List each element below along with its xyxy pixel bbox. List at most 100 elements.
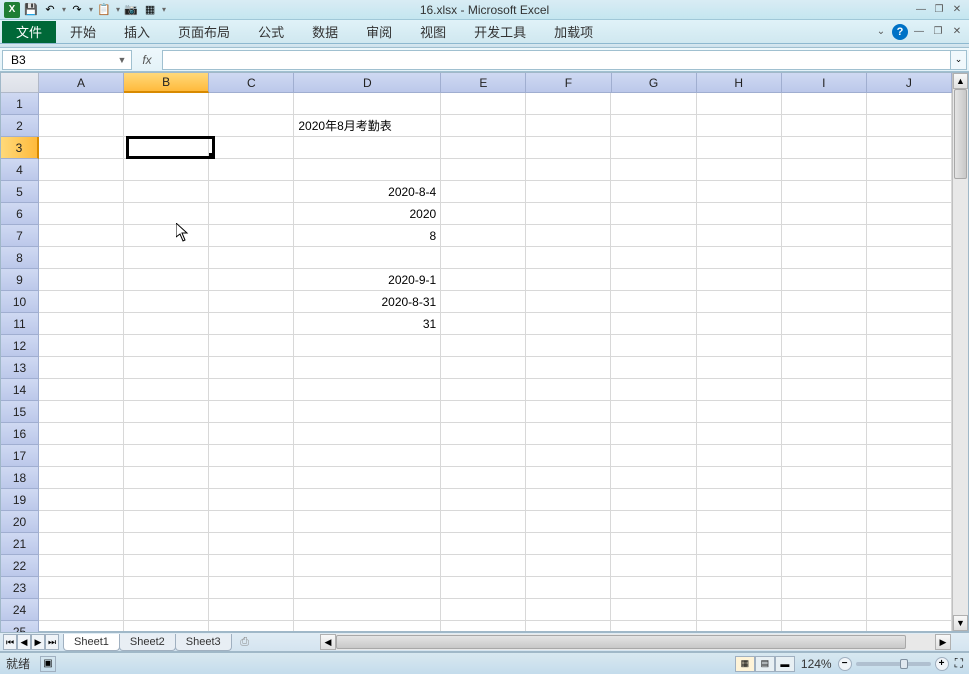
cell-D25[interactable] <box>294 621 441 631</box>
cell-B17[interactable] <box>124 445 209 467</box>
cell-G1[interactable] <box>611 93 696 115</box>
ribbon-tab-data[interactable]: 数据 <box>298 19 352 44</box>
cell-B18[interactable] <box>124 467 209 489</box>
cell-H15[interactable] <box>697 401 782 423</box>
cell-G6[interactable] <box>611 203 696 225</box>
tab-nav-next-button[interactable]: ▶ <box>31 634 45 650</box>
cell-F2[interactable] <box>526 115 611 137</box>
cell-A1[interactable] <box>39 93 124 115</box>
ribbon-tab-view[interactable]: 视图 <box>406 19 460 44</box>
cell-E10[interactable] <box>441 291 526 313</box>
cell-D20[interactable] <box>294 511 441 533</box>
cell-I4[interactable] <box>782 159 867 181</box>
cell-I15[interactable] <box>782 401 867 423</box>
cell-F3[interactable] <box>526 137 611 159</box>
row-header-12[interactable]: 12 <box>1 335 39 357</box>
column-header-D[interactable]: D <box>294 73 441 93</box>
cell-J9[interactable] <box>867 269 952 291</box>
cell-E8[interactable] <box>441 247 526 269</box>
cell-F12[interactable] <box>526 335 611 357</box>
select-all-corner[interactable] <box>1 73 39 93</box>
cell-C24[interactable] <box>209 599 294 621</box>
vertical-scrollbar[interactable]: ▲ ▼ <box>952 73 968 631</box>
cell-B23[interactable] <box>124 577 209 599</box>
cell-A16[interactable] <box>39 423 124 445</box>
grid-icon[interactable]: ▦ <box>142 2 158 18</box>
cell-E21[interactable] <box>441 533 526 555</box>
cell-B13[interactable] <box>124 357 209 379</box>
hscroll-thumb[interactable] <box>336 635 906 649</box>
cell-B24[interactable] <box>124 599 209 621</box>
row-header-19[interactable]: 19 <box>1 489 39 511</box>
zoom-out-button[interactable]: − <box>838 657 852 671</box>
row-header-9[interactable]: 9 <box>1 269 39 291</box>
cell-F8[interactable] <box>526 247 611 269</box>
cell-G4[interactable] <box>611 159 696 181</box>
cell-C12[interactable] <box>209 335 294 357</box>
cell-G16[interactable] <box>611 423 696 445</box>
cell-grid[interactable]: 2020年8月考勤表2020-8-4202082020-9-12020-8-31… <box>39 93 952 631</box>
undo-icon[interactable]: ↶ <box>42 2 58 18</box>
cell-G19[interactable] <box>611 489 696 511</box>
cell-A24[interactable] <box>39 599 124 621</box>
cell-H1[interactable] <box>697 93 782 115</box>
cell-C10[interactable] <box>209 291 294 313</box>
sheet-tab-sheet2[interactable]: Sheet2 <box>119 634 176 651</box>
cell-D16[interactable] <box>294 423 441 445</box>
column-header-E[interactable]: E <box>441 73 526 93</box>
cell-I1[interactable] <box>782 93 867 115</box>
save-icon[interactable]: 💾 <box>23 2 39 18</box>
cell-D10[interactable]: 2020-8-31 <box>294 291 441 313</box>
cell-I11[interactable] <box>782 313 867 335</box>
cell-C18[interactable] <box>209 467 294 489</box>
cell-I17[interactable] <box>782 445 867 467</box>
cell-F21[interactable] <box>526 533 611 555</box>
cell-G3[interactable] <box>611 137 696 159</box>
column-header-A[interactable]: A <box>39 73 124 93</box>
minimize-button[interactable]: — <box>913 3 929 17</box>
cell-J8[interactable] <box>867 247 952 269</box>
cell-B5[interactable] <box>124 181 209 203</box>
cell-F5[interactable] <box>526 181 611 203</box>
cell-F1[interactable] <box>526 93 611 115</box>
cell-G17[interactable] <box>611 445 696 467</box>
cell-H24[interactable] <box>697 599 782 621</box>
cell-A20[interactable] <box>39 511 124 533</box>
cell-G22[interactable] <box>611 555 696 577</box>
cell-B1[interactable] <box>124 93 209 115</box>
cell-J15[interactable] <box>867 401 952 423</box>
hscroll-track[interactable] <box>336 635 935 649</box>
row-header-2[interactable]: 2 <box>1 115 39 137</box>
cell-F18[interactable] <box>526 467 611 489</box>
cell-H5[interactable] <box>697 181 782 203</box>
cell-F4[interactable] <box>526 159 611 181</box>
cell-C6[interactable] <box>209 203 294 225</box>
cell-C21[interactable] <box>209 533 294 555</box>
cell-H4[interactable] <box>697 159 782 181</box>
sheet-tab-sheet3[interactable]: Sheet3 <box>175 634 232 651</box>
view-pagebreak-button[interactable]: ▬ <box>775 656 795 672</box>
cell-E2[interactable] <box>441 115 526 137</box>
cell-H2[interactable] <box>697 115 782 137</box>
horizontal-scrollbar[interactable]: ◀ ▶ <box>320 634 951 650</box>
cell-A3[interactable] <box>39 137 124 159</box>
cell-B25[interactable] <box>124 621 209 631</box>
cell-G15[interactable] <box>611 401 696 423</box>
cell-I23[interactable] <box>782 577 867 599</box>
cell-G14[interactable] <box>611 379 696 401</box>
cell-I5[interactable] <box>782 181 867 203</box>
cell-B3[interactable] <box>124 137 209 159</box>
cell-D1[interactable] <box>294 93 441 115</box>
cell-G5[interactable] <box>611 181 696 203</box>
cell-J1[interactable] <box>867 93 952 115</box>
cell-D2[interactable]: 2020年8月考勤表 <box>294 115 441 137</box>
cell-C3[interactable] <box>209 137 294 159</box>
cell-F9[interactable] <box>526 269 611 291</box>
cell-D23[interactable] <box>294 577 441 599</box>
cell-A7[interactable] <box>39 225 124 247</box>
cell-I8[interactable] <box>782 247 867 269</box>
row-header-17[interactable]: 17 <box>1 445 39 467</box>
cell-J25[interactable] <box>867 621 952 631</box>
cell-J19[interactable] <box>867 489 952 511</box>
cell-B14[interactable] <box>124 379 209 401</box>
